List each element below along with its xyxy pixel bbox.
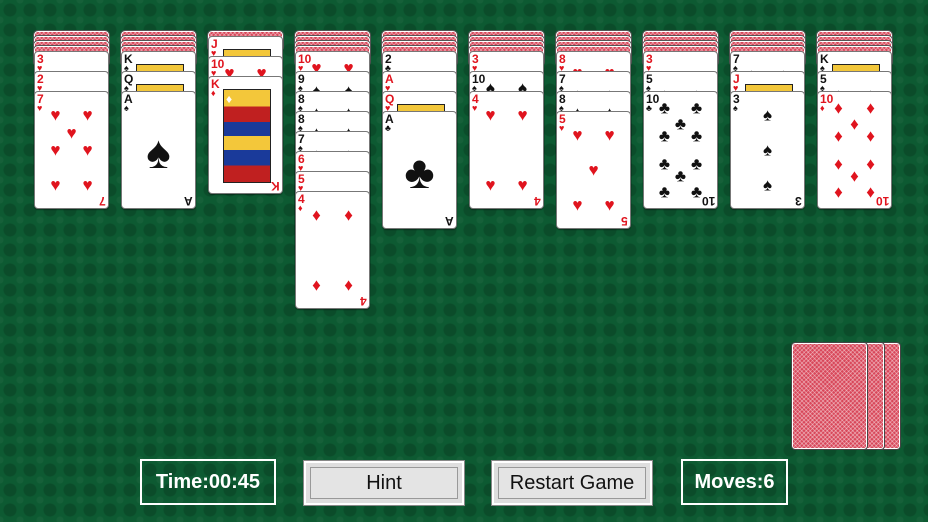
card-rank: 7 — [99, 194, 106, 208]
card-suit: ♥ — [559, 123, 565, 133]
card-suit: ♠ — [124, 103, 129, 113]
suit-pip-icon: ♥ — [485, 175, 496, 195]
suit-pip-icon: ♣ — [690, 126, 703, 146]
suit-pip-icon: ♣ — [658, 154, 671, 174]
suit-pip-icon: ♣ — [674, 114, 687, 134]
card-suit: ♣ — [385, 123, 391, 133]
suit-pip-icon: ♦ — [850, 114, 859, 134]
card-rank: A — [184, 194, 193, 208]
card[interactable]: K ♦ K ♦ — [208, 76, 283, 194]
suit-pip-icon: ♦ — [866, 154, 875, 174]
suit-pip-icon: ♥ — [572, 195, 583, 215]
suit-pip-icon: ♦ — [866, 182, 875, 202]
suit-pip-icon: ♥ — [604, 125, 615, 145]
card-suit: ♠ — [733, 103, 738, 113]
card-suit: ♦ — [298, 203, 303, 213]
suit-pip-icon: ♥ — [82, 175, 93, 195]
stock-card-back[interactable] — [791, 342, 868, 450]
suit-pip-icon: ♦ — [834, 126, 843, 146]
card-rank: A — [445, 214, 454, 228]
suit-pip-icon: ♦ — [312, 205, 321, 225]
card[interactable]: 5 ♥ 5 ♥ ♥ ♥ ♥ ♥ — [556, 111, 631, 229]
card-rank: 3 — [795, 194, 802, 208]
suit-pip-icon: ♠ — [762, 140, 773, 160]
card-suit: ♦ — [211, 88, 216, 98]
card-rank: 5 — [621, 214, 628, 228]
suit-pip-icon: ♥ — [572, 125, 583, 145]
suit-pip-icon: ♥ — [82, 105, 93, 125]
suit-pip-icon: ♣ — [658, 98, 671, 118]
suit-pip-icon: ♦ — [834, 182, 843, 202]
suit-pip-icon: ♥ — [517, 105, 528, 125]
card-suit: ♥ — [472, 103, 478, 113]
suit-pip-icon: ♦ — [834, 98, 843, 118]
suit-pip-icon: ♦ — [834, 154, 843, 174]
moves-counter: Moves:6 — [681, 459, 788, 505]
card[interactable]: 10 ♣ 10 ♣ ♣ ♣ ♣ ♣ ♣ ♣ ♣ ♣ ♣ — [643, 91, 718, 209]
suit-pip-icon: ♣ — [674, 166, 687, 186]
face-card-art: ♦ — [223, 89, 271, 183]
suit-pip-icon: ♣ — [690, 98, 703, 118]
suit-pip-icon: ♦ — [312, 275, 321, 295]
suit-pip-icon: ♣ — [690, 154, 703, 174]
card[interactable]: A ♣ A ♣ — [382, 111, 457, 229]
suit-icon: ♦ — [226, 92, 233, 106]
suit-icon: ♣ — [404, 146, 435, 199]
suit-pip-icon: ♥ — [604, 195, 615, 215]
hint-label: Hint — [366, 471, 402, 494]
suit-pip-icon: ♥ — [66, 123, 77, 143]
suit-pip-icon: ♦ — [866, 126, 875, 146]
suit-pip-icon: ♠ — [762, 105, 773, 125]
timer-text: Time:00:45 — [155, 470, 261, 493]
card[interactable]: 10 ♦ 10 ♦ ♦ ♦ ♦ ♦ ♦ ♦ ♦ ♦ ♦ — [817, 91, 892, 209]
card-rank: 10 — [875, 194, 889, 208]
suit-pip-icon: ♥ — [50, 175, 61, 195]
moves-text: Moves:6 — [694, 470, 775, 493]
suit-pip-icon: ♦ — [344, 205, 353, 225]
card-rank: K — [271, 179, 280, 193]
suit-pip-icon: ♥ — [485, 105, 496, 125]
card-rank: 10 — [701, 194, 715, 208]
suit-pip-icon: ♥ — [50, 105, 61, 125]
card-suit: ♦ — [820, 103, 825, 113]
card-rank: 4 — [360, 294, 367, 308]
suit-pip-icon: ♣ — [690, 182, 703, 202]
suit-pip-icon: ♥ — [82, 140, 93, 160]
card[interactable]: A ♠ A ♠ — [121, 91, 196, 209]
card-suit: ♣ — [646, 103, 652, 113]
restart-label: Restart Game — [509, 471, 635, 494]
suit-icon: ♠ — [146, 126, 171, 179]
restart-game-button[interactable]: Restart Game — [491, 460, 653, 506]
suit-pip-icon: ♥ — [517, 175, 528, 195]
suit-pip-icon: ♦ — [344, 275, 353, 295]
card[interactable]: 3 ♠ 3 ♠ ♠ ♠ — [730, 91, 805, 209]
timer-display: Time:00:45 — [140, 459, 276, 505]
suit-pip-icon: ♦ — [866, 98, 875, 118]
suit-pip-icon: ♥ — [50, 140, 61, 160]
card[interactable]: 4 ♥ 4 ♥ ♥ ♥ ♥ — [469, 91, 544, 209]
suit-pip-icon: ♥ — [588, 160, 599, 180]
suit-pip-icon: ♦ — [850, 166, 859, 186]
card-suit: ♥ — [37, 103, 43, 113]
hint-button[interactable]: Hint — [303, 460, 465, 506]
suit-pip-icon: ♣ — [658, 126, 671, 146]
card[interactable]: 4 ♦ 4 ♦ ♦ ♦ ♦ — [295, 191, 370, 309]
suit-pip-icon: ♠ — [762, 175, 773, 195]
card-rank: 4 — [534, 194, 541, 208]
suit-pip-icon: ♣ — [658, 182, 671, 202]
card[interactable]: 7 ♥ 7 ♥ ♥ ♥ ♥ ♥ ♥ ♥ — [34, 91, 109, 209]
